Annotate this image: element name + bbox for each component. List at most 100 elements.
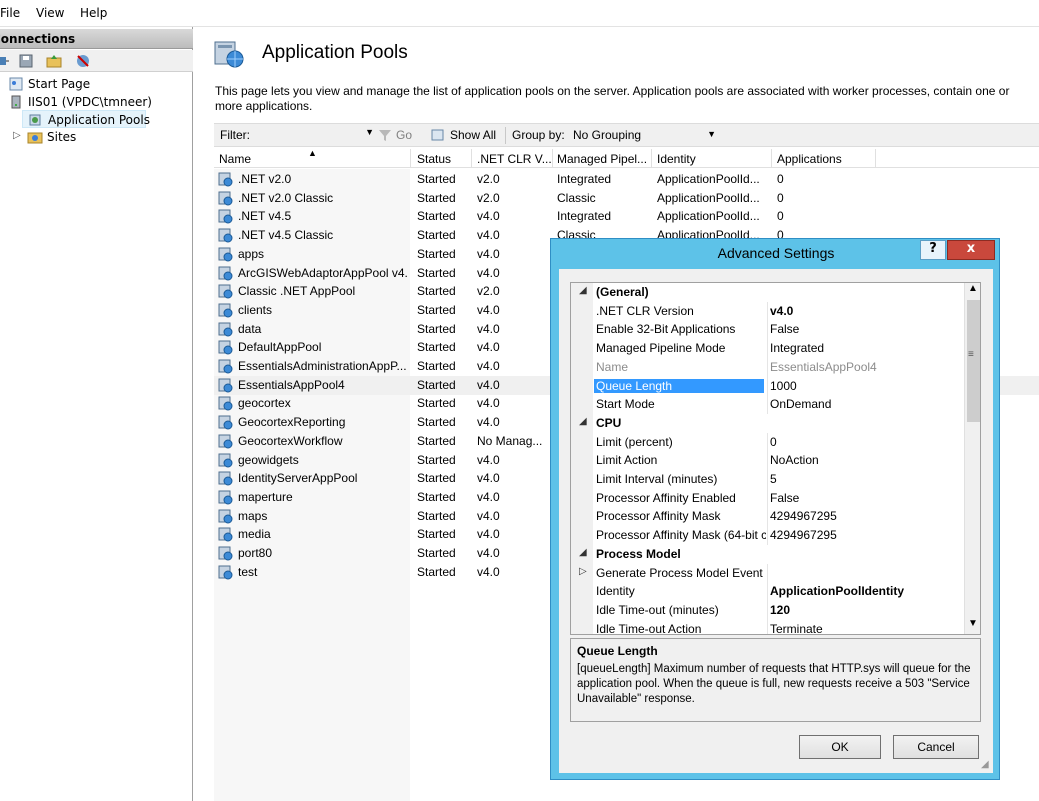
cell-clr-version: v4.0 (477, 471, 500, 486)
property-margin (571, 507, 593, 527)
cell-status: Started (417, 415, 456, 430)
cell-clr-version: v4.0 (477, 508, 500, 523)
close-button[interactable]: x (947, 240, 995, 260)
property-value[interactable]: Terminate (770, 622, 960, 634)
table-row[interactable]: .NET v2.0 Classic Started v2.0 Classic Appli… (214, 189, 1039, 208)
property-value[interactable]: OnDemand (770, 397, 960, 411)
tree-item-application-pools[interactable]: Application Pools (22, 110, 150, 128)
app-pool-icon (218, 471, 233, 486)
funnel-icon (379, 130, 391, 141)
column-header-pipeline[interactable]: Managed Pipel... (557, 152, 651, 166)
save-icon[interactable] (18, 53, 34, 69)
up-folder-icon[interactable] (46, 53, 62, 69)
property-grid-scrollbar[interactable]: ▲ ≡ ▼ (964, 283, 980, 634)
scroll-up-icon[interactable]: ▲ (968, 283, 978, 294)
property-name: Idle Time-out (minutes) (596, 602, 719, 617)
collapse-icon[interactable]: ◢ (579, 285, 587, 296)
column-header-identity[interactable]: Identity (657, 152, 767, 166)
property-value[interactable]: 4294967295 (770, 528, 960, 542)
property-row[interactable]: Idle Time-out Action Terminate (571, 619, 964, 634)
collapse-icon[interactable]: ◢ (579, 547, 587, 558)
cell-status: Started (417, 246, 456, 261)
server-icon (11, 95, 21, 109)
app-pool-icon (218, 172, 233, 187)
cell-clr-version: v4.0 (477, 302, 500, 317)
table-row[interactable]: .NET v2.0 Started v2.0 Integrated Applicatio… (214, 170, 1039, 189)
filter-input[interactable]: ▼ (254, 126, 374, 144)
property-row[interactable]: Processor Affinity Enabled False (571, 488, 964, 508)
expand-sites-icon[interactable]: ▷ (13, 130, 21, 141)
column-header-clr[interactable]: .NET CLR V... (477, 152, 553, 166)
description-text: [queueLength] Maximum number of requests… (577, 663, 971, 705)
property-value[interactable]: 4294967295 (770, 509, 960, 523)
property-row[interactable]: .NET CLR Version v4.0 (571, 301, 964, 321)
scroll-down-icon[interactable]: ▼ (968, 618, 978, 629)
property-row[interactable]: Limit Action NoAction (571, 451, 964, 471)
property-value[interactable]: False (770, 491, 960, 505)
property-row[interactable]: Idle Time-out (minutes) 120 (571, 600, 964, 620)
property-value[interactable]: 0 (770, 435, 960, 449)
property-value[interactable]: False (770, 322, 960, 336)
app-pool-icon (218, 359, 233, 374)
go-button[interactable]: Go (396, 128, 412, 142)
collapse-icon[interactable]: ◢ (579, 416, 587, 427)
property-row[interactable]: Processor Affinity Mask 4294967295 (571, 507, 964, 527)
connect-icon[interactable] (0, 53, 10, 69)
property-row[interactable]: Start Mode OnDemand (571, 395, 964, 415)
tree-item-start-page[interactable]: Start Page (0, 75, 193, 93)
column-header-applications[interactable]: Applications (777, 152, 877, 166)
scrollbar-thumb[interactable] (967, 300, 980, 422)
property-value[interactable]: v4.0 (770, 304, 960, 318)
sites-folder-icon (27, 132, 43, 144)
property-name: Processor Affinity Mask (596, 509, 721, 524)
show-all-button[interactable]: Show All (450, 128, 496, 142)
property-value[interactable]: 1000 (770, 379, 960, 393)
menu-file[interactable]: File (0, 6, 20, 20)
cell-clr-version: v4.0 (477, 246, 500, 261)
property-divider (767, 582, 768, 602)
menu-help[interactable]: Help (80, 6, 107, 20)
property-value[interactable]: ApplicationPoolIdentity (770, 584, 960, 598)
group-by-select[interactable]: No Grouping ▼ (570, 125, 720, 145)
property-name: Managed Pipeline Mode (596, 341, 726, 356)
property-category[interactable]: ◢ (General) (571, 283, 964, 302)
property-row[interactable]: Name EssentialsAppPool4 (571, 357, 964, 377)
property-value[interactable]: 120 (770, 603, 960, 617)
property-row[interactable]: Managed Pipeline Mode Integrated (571, 339, 964, 359)
filter-dropdown-icon[interactable]: ▼ (365, 127, 374, 137)
property-category[interactable]: ◢ CPU (571, 413, 964, 433)
disconnect-icon[interactable] (75, 53, 91, 69)
menu-view[interactable]: View (36, 6, 64, 20)
cell-applications: 0 (777, 172, 784, 186)
property-row[interactable]: ▷ Generate Process Model Event L (571, 563, 964, 583)
resize-grip-icon[interactable]: ◢ (981, 759, 989, 770)
tree-label-start-page: Start Page (28, 77, 91, 91)
cell-clr-version: v4.0 (477, 209, 500, 224)
help-button[interactable]: ? (920, 240, 946, 260)
property-value[interactable]: NoAction (770, 453, 960, 467)
tree-item-server[interactable]: IIS01 (VPDC\tmneer) (0, 93, 193, 111)
property-name: Processor Affinity Mask (64-bit c (596, 528, 766, 543)
cancel-button[interactable]: Cancel (893, 735, 979, 759)
column-header-status[interactable]: Status (417, 152, 469, 166)
property-row[interactable]: Limit Interval (minutes) 5 (571, 470, 964, 489)
property-row[interactable]: Identity ApplicationPoolIdentity (571, 582, 964, 602)
property-name: Processor Affinity Enabled (596, 490, 736, 505)
property-name: Enable 32-Bit Applications (596, 322, 736, 337)
property-row[interactable]: Enable 32-Bit Applications False (571, 320, 964, 340)
property-name: Queue Length (594, 378, 764, 393)
property-value[interactable]: 5 (770, 472, 960, 486)
property-row[interactable]: Limit (percent) 0 (571, 432, 964, 452)
property-category[interactable]: ◢ Process Model (571, 544, 964, 564)
property-row[interactable]: Processor Affinity Mask (64-bit c 4294967… (571, 526, 964, 546)
expand-icon[interactable]: ▷ (579, 566, 587, 577)
property-value[interactable]: Integrated (770, 341, 960, 355)
cell-pipeline: Integrated (557, 172, 612, 186)
property-row[interactable]: Queue Length 1000 (571, 376, 964, 396)
ok-button[interactable]: OK (799, 735, 881, 759)
table-row[interactable]: .NET v4.5 Started v4.0 Integrated Applicatio… (214, 207, 1039, 226)
cell-status: Started (417, 508, 456, 523)
cell-applications: 0 (777, 209, 784, 224)
cell-status: Started (417, 190, 456, 205)
tree-item-sites[interactable]: ▷ Sites (0, 128, 193, 146)
